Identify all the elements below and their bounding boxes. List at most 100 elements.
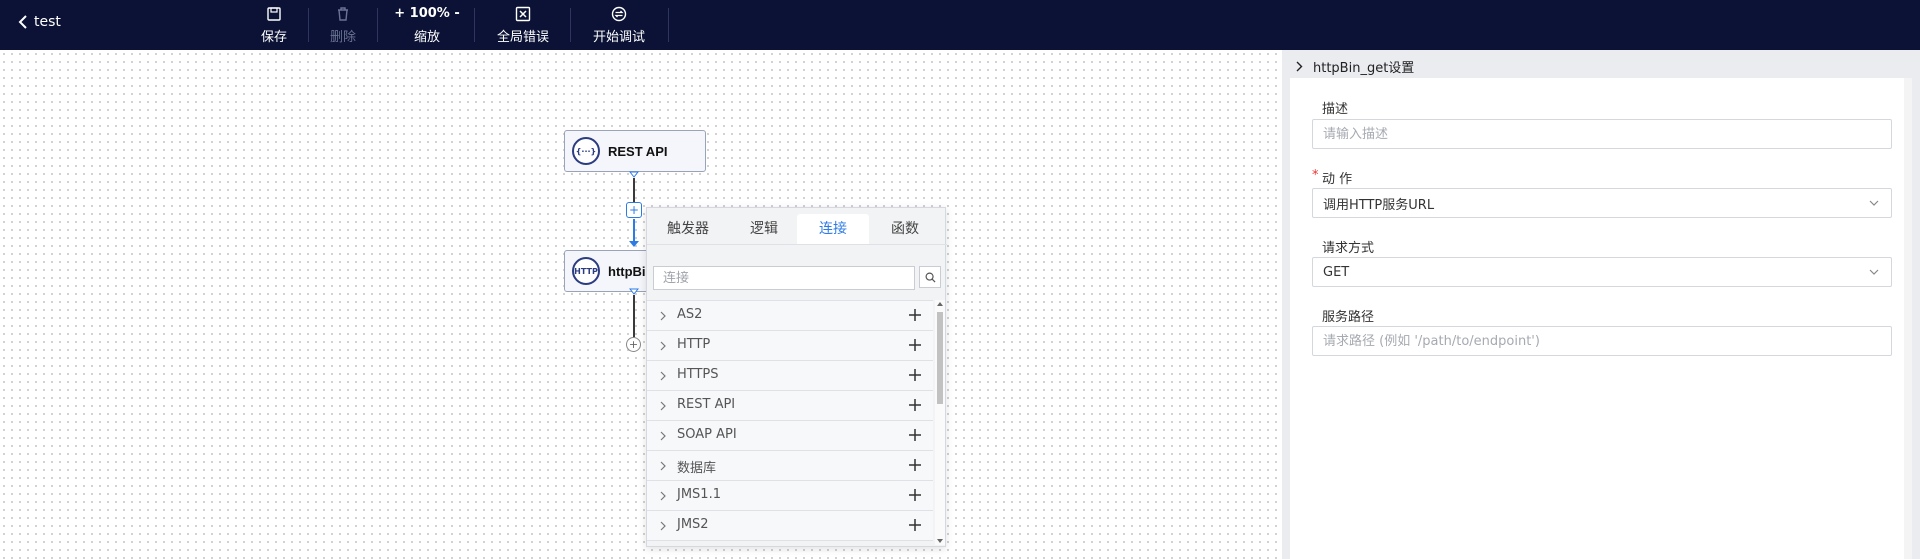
http-icon: HTTP xyxy=(572,257,600,285)
description-input[interactable] xyxy=(1323,120,1891,148)
tab-function[interactable]: 函数 xyxy=(869,214,941,244)
chevron-right-icon xyxy=(660,401,666,411)
scroll-up-icon[interactable] xyxy=(937,302,943,306)
list-item-database[interactable]: 数据库 xyxy=(647,451,933,481)
chevron-right-icon xyxy=(660,311,666,321)
start-debug-label: 开始调试 xyxy=(592,30,645,45)
description-label: 描述 xyxy=(1322,102,1349,117)
list-item-as2[interactable]: AS2 xyxy=(647,301,933,331)
list-item-soap-api[interactable]: SOAP API xyxy=(647,421,933,451)
list-item-label: REST API xyxy=(677,397,736,412)
search-button[interactable] xyxy=(919,266,941,288)
save-button[interactable]: 保存 xyxy=(254,0,294,50)
scrollbar-thumb[interactable] xyxy=(937,312,943,404)
action-select-value: 调用HTTP服务URL xyxy=(1323,197,1435,213)
path-label: 服务路径 xyxy=(1322,310,1375,325)
method-select[interactable]: GET xyxy=(1312,257,1892,287)
component-picker-popup: 触发器 逻辑 连接 函数 AS2 HTTP HTTPS REST API xyxy=(646,207,947,548)
chevron-right-icon xyxy=(660,521,666,531)
back-label: test xyxy=(34,14,61,30)
zoom-control[interactable]: + 100% - 缩放 xyxy=(392,0,462,50)
list-item-jms11[interactable]: JMS1.1 xyxy=(647,481,933,511)
global-error-label: 全局错误 xyxy=(496,30,549,45)
chevron-right-icon xyxy=(660,491,666,501)
list-item-https[interactable]: HTTPS xyxy=(647,361,933,391)
divider xyxy=(647,244,947,245)
flow-node-rest-api[interactable]: {···} REST API xyxy=(564,130,706,172)
settings-panel: httpBin_get设置 描述 * 动 作 调用HTTP服务URL 请求方式 … xyxy=(1282,50,1920,559)
settings-panel-title: httpBin_get设置 xyxy=(1313,60,1415,76)
list-item-label: JMS2 xyxy=(677,517,709,532)
save-label: 保存 xyxy=(260,30,287,45)
scroll-down-icon[interactable] xyxy=(937,539,943,543)
close-box-icon xyxy=(515,6,531,22)
top-toolbar: test 保存 删除 + 100% - 缩放 全局错误 开始调试 xyxy=(0,0,1920,50)
settings-panel-header[interactable]: httpBin_get设置 xyxy=(1282,54,1920,78)
connector-line xyxy=(633,178,635,204)
path-input[interactable] xyxy=(1323,327,1891,355)
zoom-value[interactable]: + 100% - xyxy=(394,5,460,23)
action-select[interactable]: 调用HTTP服务URL xyxy=(1312,188,1892,218)
add-icon[interactable] xyxy=(907,307,923,323)
tab-logic[interactable]: 逻辑 xyxy=(729,214,799,244)
chevron-right-icon xyxy=(660,431,666,441)
add-step-button[interactable]: + xyxy=(626,337,641,352)
description-field[interactable] xyxy=(1312,119,1892,149)
toolbar-divider xyxy=(570,8,571,42)
rest-api-icon: {···} xyxy=(572,137,600,165)
tab-connection[interactable]: 连接 xyxy=(797,214,869,244)
search-icon xyxy=(925,272,936,283)
back-button[interactable]: test xyxy=(18,14,61,30)
picker-tabs: 触发器 逻辑 连接 函数 xyxy=(647,214,947,244)
settings-form: 描述 * 动 作 调用HTTP服务URL 请求方式 GET 服务路径 xyxy=(1290,78,1912,559)
required-mark: * xyxy=(1312,168,1319,183)
connector-line xyxy=(633,295,635,337)
add-icon[interactable] xyxy=(907,487,923,503)
connector-arrow-icon xyxy=(629,171,639,178)
connector-arrow-icon xyxy=(629,288,639,295)
delete-label: 删除 xyxy=(329,30,356,45)
global-error-button[interactable]: 全局错误 xyxy=(490,0,556,50)
method-label: 请求方式 xyxy=(1322,241,1375,256)
list-item-rest-api[interactable]: REST API xyxy=(647,391,933,421)
action-label: * 动 作 xyxy=(1312,168,1352,187)
list-item-label: SOAP API xyxy=(677,427,737,442)
toolbar-divider xyxy=(668,8,669,42)
chevron-right-icon xyxy=(1296,61,1303,71)
method-select-value: GET xyxy=(1323,264,1350,280)
add-icon[interactable] xyxy=(907,457,923,473)
chevron-down-icon xyxy=(1869,200,1879,206)
add-step-button[interactable]: + xyxy=(626,202,642,218)
add-icon[interactable] xyxy=(907,517,923,533)
connection-search-input[interactable] xyxy=(654,267,914,289)
delete-button[interactable]: 删除 xyxy=(323,0,363,50)
list-scrollbar[interactable] xyxy=(935,300,945,545)
add-icon[interactable] xyxy=(907,427,923,443)
toolbar-divider xyxy=(308,8,309,42)
save-icon xyxy=(267,7,281,21)
start-debug-button[interactable]: 开始调试 xyxy=(586,0,652,50)
chevron-right-icon xyxy=(660,341,666,351)
list-item-jms2[interactable]: JMS2 xyxy=(647,511,933,541)
node-label: httpBi xyxy=(608,263,646,279)
list-item-http[interactable]: HTTP xyxy=(647,331,933,361)
add-icon[interactable] xyxy=(907,397,923,413)
toolbar-divider xyxy=(377,8,378,42)
connector-line xyxy=(633,219,635,241)
tab-trigger[interactable]: 触发器 xyxy=(647,214,729,244)
path-field[interactable] xyxy=(1312,326,1892,356)
chevron-right-icon xyxy=(660,371,666,381)
trash-icon xyxy=(338,7,348,21)
flow-canvas[interactable]: {···} REST API + HTTP httpBi + xyxy=(0,50,1282,559)
panel-scrollbar[interactable] xyxy=(1904,78,1912,559)
list-item-label: JMS1.1 xyxy=(677,487,721,502)
chevron-right-icon xyxy=(660,461,666,471)
list-item-label: HTTPS xyxy=(677,367,719,382)
connection-search-field[interactable] xyxy=(653,266,915,290)
node-label: REST API xyxy=(608,143,668,159)
list-item-label: 数据库 xyxy=(677,461,717,476)
add-icon[interactable] xyxy=(907,337,923,353)
chevron-down-icon xyxy=(1869,269,1879,275)
connection-list: AS2 HTTP HTTPS REST API SOAP API 数据库 JMS… xyxy=(647,300,933,548)
add-icon[interactable] xyxy=(907,367,923,383)
